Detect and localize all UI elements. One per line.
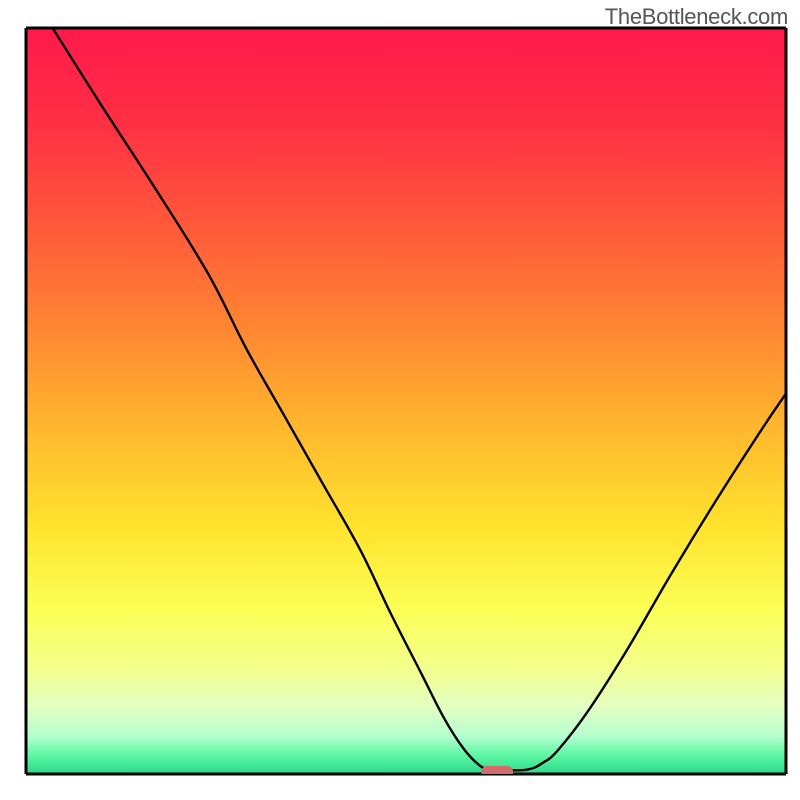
optimal-marker	[481, 766, 513, 778]
bottleneck-chart	[0, 0, 800, 800]
watermark-text: TheBottleneck.com	[605, 4, 788, 30]
chart-background	[26, 28, 786, 774]
chart-container: TheBottleneck.com	[0, 0, 800, 800]
